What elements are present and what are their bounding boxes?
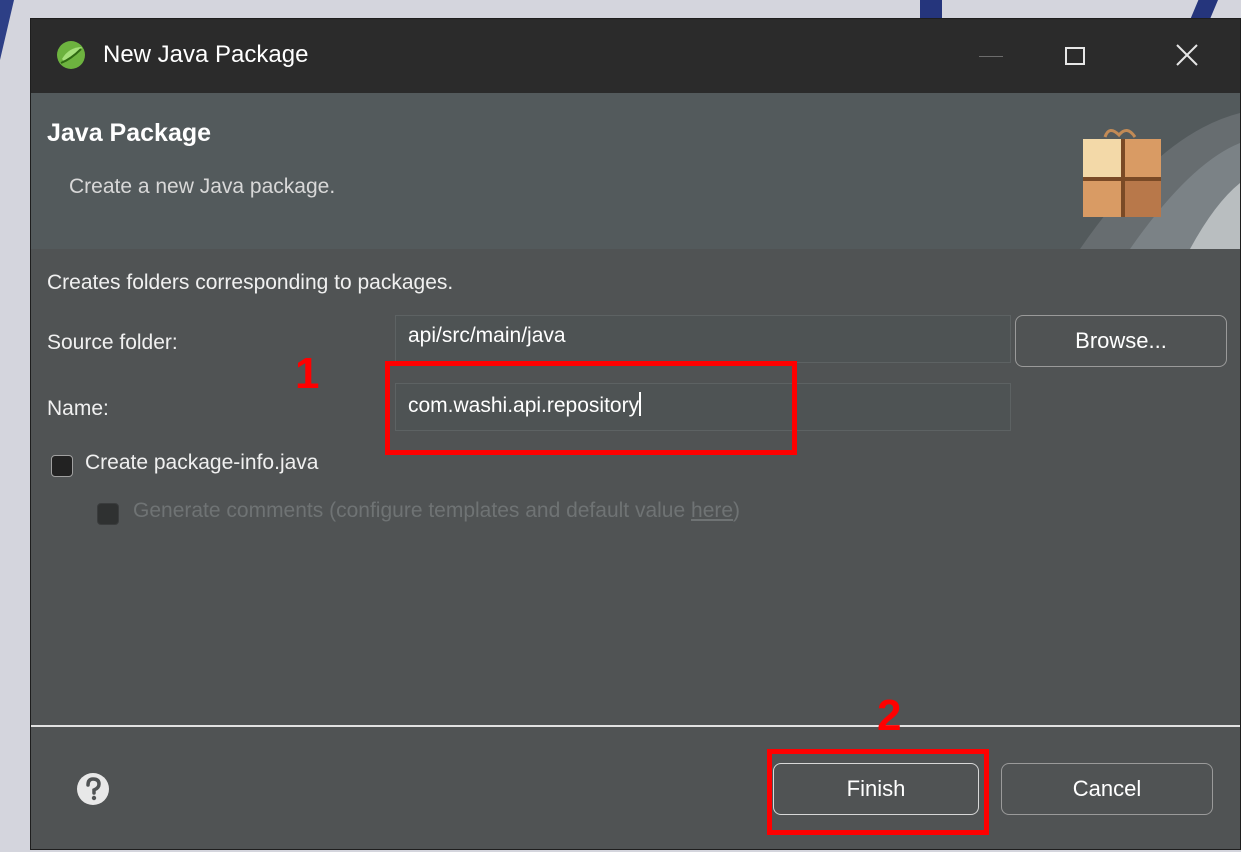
source-folder-label: Source folder: xyxy=(47,331,178,354)
maximize-button[interactable] xyxy=(1055,37,1095,75)
content-description: Creates folders corresponding to package… xyxy=(47,271,454,294)
source-folder-value: api/src/main/java xyxy=(408,324,566,347)
annotation-box-name-field xyxy=(385,361,797,455)
generate-comments-end: ) xyxy=(733,499,741,522)
generate-comments-suffix: (configure templates and default value xyxy=(329,499,692,522)
annotation-box-finish xyxy=(767,749,989,835)
cancel-button-label: Cancel xyxy=(1072,776,1142,801)
generate-comments-label: Generate comments (configure templates a… xyxy=(133,499,740,523)
annotation-step-2: 2 xyxy=(877,691,902,740)
minimize-button[interactable] xyxy=(971,39,1011,73)
new-java-package-dialog: New Java Package Java Package Create a n… xyxy=(30,18,1241,850)
wizard-header: Java Package Create a new Java package. xyxy=(31,93,1240,249)
browse-button-label: Browse... xyxy=(1075,328,1167,353)
generate-comments-text: Generate comments xyxy=(133,499,324,522)
generate-comments-checkbox xyxy=(97,503,119,525)
background-decoration xyxy=(0,0,14,60)
browse-button[interactable]: Browse... xyxy=(1015,315,1227,367)
background-decoration xyxy=(1190,0,1218,20)
footer-separator xyxy=(31,725,1240,727)
source-folder-field[interactable]: api/src/main/java xyxy=(395,315,1011,363)
eclipse-spring-icon xyxy=(57,41,85,69)
background-decoration xyxy=(920,0,942,18)
name-label: Name: xyxy=(47,397,109,420)
close-icon[interactable] xyxy=(1167,35,1207,75)
title-bar: New Java Package xyxy=(31,19,1240,93)
cancel-button[interactable]: Cancel xyxy=(1001,763,1213,815)
configure-templates-link: here xyxy=(691,499,734,522)
package-icon xyxy=(1083,129,1161,217)
create-package-info-checkbox[interactable] xyxy=(51,455,73,477)
window-title: New Java Package xyxy=(103,41,309,68)
page-description: Create a new Java package. xyxy=(69,175,336,198)
help-icon[interactable] xyxy=(75,771,111,807)
create-package-info-label[interactable]: Create package-info.java xyxy=(85,451,318,475)
page-title: Java Package xyxy=(47,119,212,147)
annotation-step-1: 1 xyxy=(295,349,320,398)
